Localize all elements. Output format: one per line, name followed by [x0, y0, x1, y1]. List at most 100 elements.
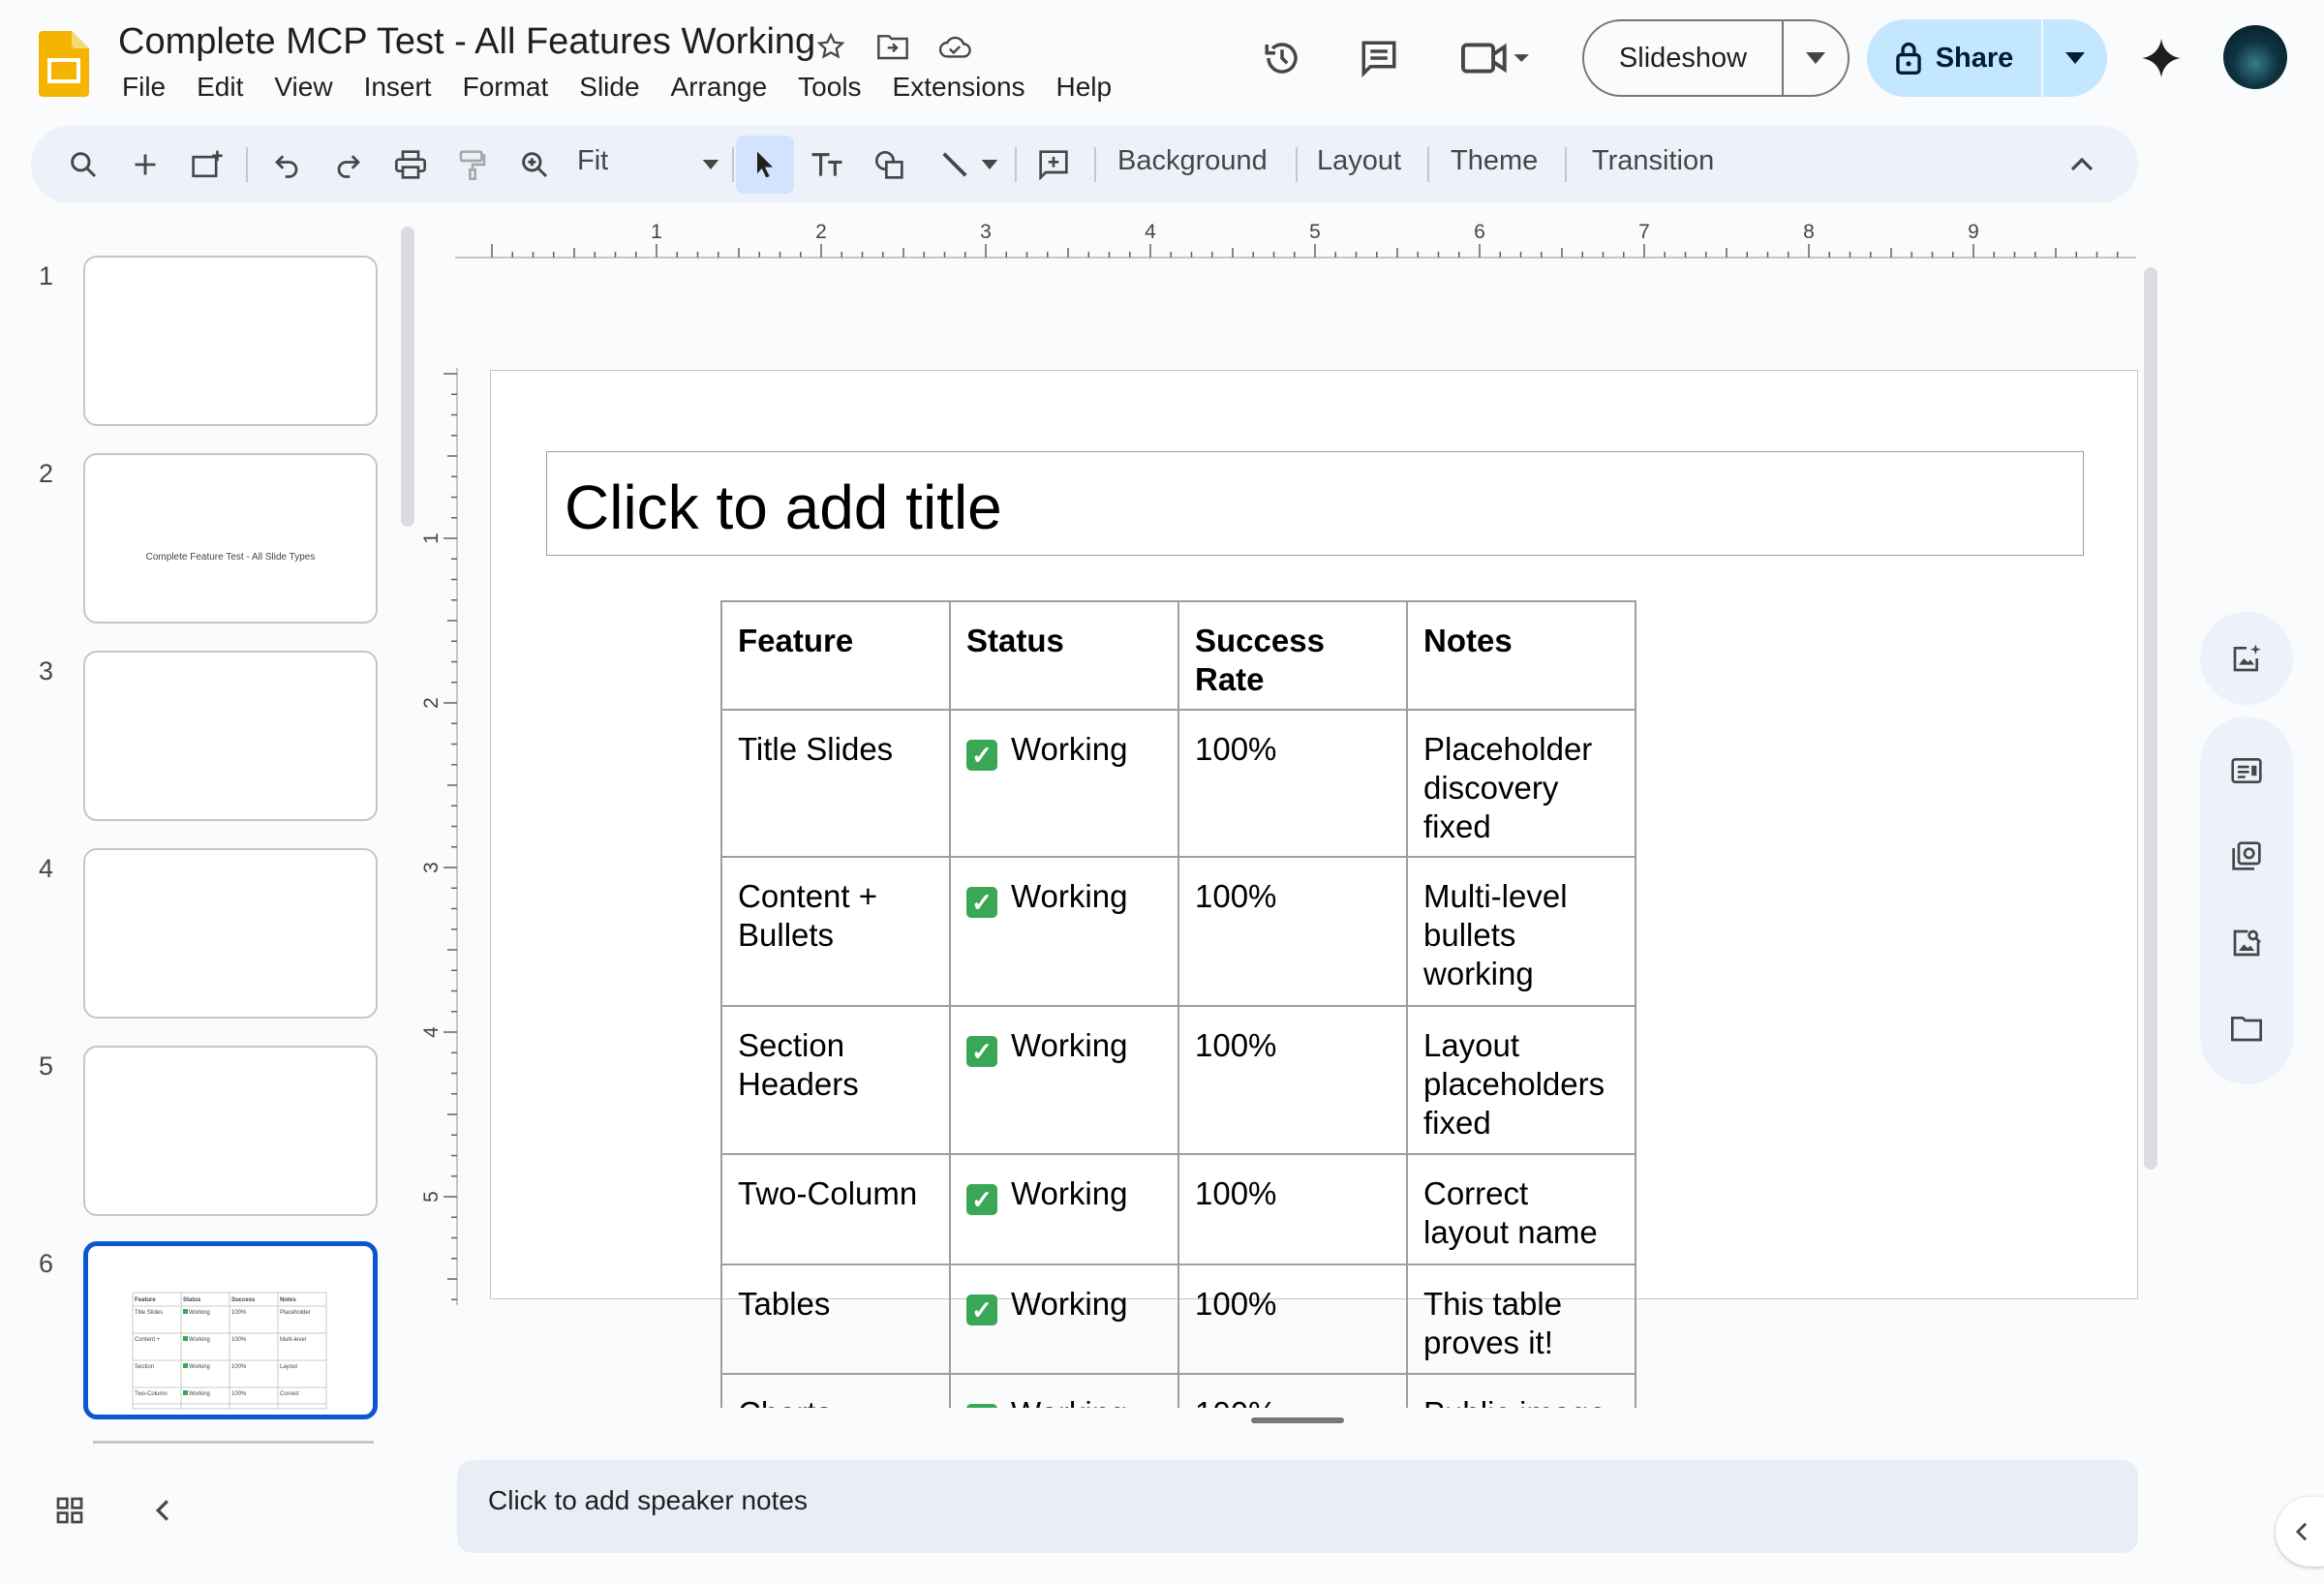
grid-view-icon[interactable]	[45, 1485, 95, 1536]
generate-image-icon[interactable]	[2217, 629, 2276, 687]
menu-edit[interactable]: Edit	[181, 70, 259, 108]
slide-thumbnail-2[interactable]: Complete Feature Test - All Slide Types	[83, 453, 378, 624]
new-slide-with-layout-icon[interactable]	[178, 136, 236, 194]
image-search-icon[interactable]	[2217, 914, 2276, 972]
image-library-icon[interactable]	[2217, 827, 2276, 885]
menu-view[interactable]: View	[259, 70, 348, 108]
slide-thumbnail-6[interactable]: Feature Status Success Notes Title Slides Wo…	[83, 1241, 378, 1419]
share-options-dropdown[interactable]	[2043, 52, 2107, 64]
slide-thumbnail-5[interactable]	[83, 1046, 378, 1216]
menu-insert[interactable]: Insert	[349, 70, 447, 108]
document-title[interactable]: Complete MCP Test - All Features Working	[118, 21, 815, 63]
transition-button[interactable]: Transition	[1592, 145, 1714, 177]
title-placeholder[interactable]: Click to add title	[546, 451, 2084, 556]
svg-text:100%: 100%	[231, 1391, 247, 1397]
slideshow-label[interactable]: Slideshow	[1584, 21, 1784, 95]
layout-button[interactable]: Layout	[1317, 145, 1401, 177]
menu-format[interactable]: Format	[447, 70, 565, 108]
slide-layout-icon[interactable]	[2217, 742, 2276, 800]
table-header-cell[interactable]: Notes	[1406, 600, 1636, 711]
feature-table[interactable]: Feature Status Success Rate Notes Title …	[720, 600, 1636, 1481]
account-avatar[interactable]	[2223, 25, 2287, 89]
table-cell-status[interactable]: ✓ Working	[949, 709, 1179, 858]
background-button[interactable]: Background	[1117, 145, 1268, 177]
gemini-icon[interactable]	[2132, 29, 2190, 87]
folder-icon[interactable]	[2217, 999, 2276, 1057]
theme-button[interactable]: Theme	[1451, 145, 1538, 177]
menu-arrange[interactable]: Arrange	[656, 70, 783, 108]
collapse-side-panel-button[interactable]	[2276, 1497, 2324, 1567]
table-cell-feature[interactable]: Two-Column	[720, 1153, 951, 1265]
canvas-horizontal-scrollbar[interactable]	[1251, 1417, 1344, 1423]
table-header-cell[interactable]: Success Rate	[1177, 600, 1408, 711]
move-to-folder-icon[interactable]	[873, 27, 912, 66]
history-icon[interactable]	[1253, 29, 1311, 87]
comments-icon[interactable]	[1350, 29, 1408, 87]
table-cell-rate[interactable]: 100%	[1177, 709, 1408, 858]
new-slide-icon[interactable]	[116, 136, 174, 194]
menu-file[interactable]: File	[107, 70, 181, 108]
svg-text:Content +: Content +	[135, 1337, 161, 1343]
menu-bar: File Edit View Insert Format Slide Arran…	[107, 70, 1127, 108]
thumbnail-7-edge[interactable]	[93, 1441, 374, 1444]
table-cell-rate[interactable]: 100%	[1177, 856, 1408, 1007]
table-cell-notes[interactable]: Correct layout name	[1406, 1153, 1636, 1265]
table-cell-status[interactable]: ✓ Working	[949, 1005, 1179, 1155]
table-cell-notes[interactable]: Layout placeholders fixed	[1406, 1005, 1636, 1155]
cloud-saved-icon[interactable]	[935, 27, 974, 66]
table-cell-feature[interactable]: Content + Bullets	[720, 856, 951, 1007]
zoom-icon[interactable]	[505, 136, 564, 194]
slide-thumbnail-3[interactable]	[83, 651, 378, 821]
slideshow-options-dropdown[interactable]	[1784, 52, 1848, 64]
canvas-vertical-scrollbar[interactable]	[2144, 267, 2157, 1170]
check-mark-icon: ✓	[966, 887, 997, 918]
table-cell-rate[interactable]: 100%	[1177, 1264, 1408, 1375]
table-header-cell[interactable]: Feature	[720, 600, 951, 711]
table-cell-feature[interactable]: Section Headers	[720, 1005, 951, 1155]
ruler-label: 2	[815, 221, 827, 243]
ruler-label: 7	[1638, 221, 1650, 243]
text-box-icon[interactable]	[798, 136, 856, 194]
undo-icon[interactable]	[258, 136, 316, 194]
table-cell-notes[interactable]: Multi-level bullets working	[1406, 856, 1636, 1007]
menu-slide[interactable]: Slide	[564, 70, 655, 108]
add-comment-icon[interactable]	[1024, 136, 1083, 194]
redo-icon[interactable]	[320, 136, 378, 194]
star-icon[interactable]	[811, 27, 850, 66]
chevron-up-icon[interactable]	[2053, 136, 2111, 194]
table-cell-notes[interactable]: This table proves it!	[1406, 1264, 1636, 1375]
slide-thumbnail-1[interactable]	[83, 256, 378, 426]
table-cell-rate[interactable]: 100%	[1177, 1005, 1408, 1155]
share-main[interactable]: Share	[1867, 19, 2043, 97]
share-button[interactable]: Share	[1867, 19, 2107, 97]
svg-text:Section: Section	[135, 1364, 154, 1370]
table-cell-status[interactable]: ✓ Working	[949, 856, 1179, 1007]
print-icon[interactable]	[382, 136, 440, 194]
zoom-dropdown-icon[interactable]	[682, 136, 740, 194]
collapse-filmstrip-icon[interactable]	[138, 1485, 188, 1536]
menu-extensions[interactable]: Extensions	[877, 70, 1041, 108]
ruler-label: 8	[1803, 221, 1815, 243]
zoom-value[interactable]: Fit	[577, 145, 608, 177]
menu-help[interactable]: Help	[1041, 70, 1128, 108]
table-cell-status[interactable]: ✓ Working	[949, 1264, 1179, 1375]
table-cell-status[interactable]: ✓ Working	[949, 1153, 1179, 1265]
table-cell-notes[interactable]: Placeholder discovery fixed	[1406, 709, 1636, 858]
meet-icon[interactable]	[1456, 29, 1534, 87]
line-dropdown-icon[interactable]	[970, 136, 1009, 194]
shape-icon[interactable]	[860, 136, 918, 194]
slides-logo-icon[interactable]	[39, 31, 89, 97]
table-header-cell[interactable]: Status	[949, 600, 1179, 711]
check-mark-icon: ✓	[966, 1295, 997, 1325]
search-menus-icon[interactable]	[54, 136, 112, 194]
slideshow-button[interactable]: Slideshow	[1582, 19, 1850, 97]
table-cell-feature[interactable]: Tables	[720, 1264, 951, 1375]
speaker-notes[interactable]: Click to add speaker notes	[457, 1460, 2138, 1553]
filmstrip-scrollbar[interactable]	[401, 227, 414, 527]
table-cell-feature[interactable]: Title Slides	[720, 709, 951, 858]
table-cell-rate[interactable]: 100%	[1177, 1153, 1408, 1265]
paint-format-icon[interactable]	[443, 136, 502, 194]
slide-thumbnail-4[interactable]	[83, 848, 378, 1019]
select-cursor-icon[interactable]	[736, 136, 794, 194]
menu-tools[interactable]: Tools	[782, 70, 876, 108]
